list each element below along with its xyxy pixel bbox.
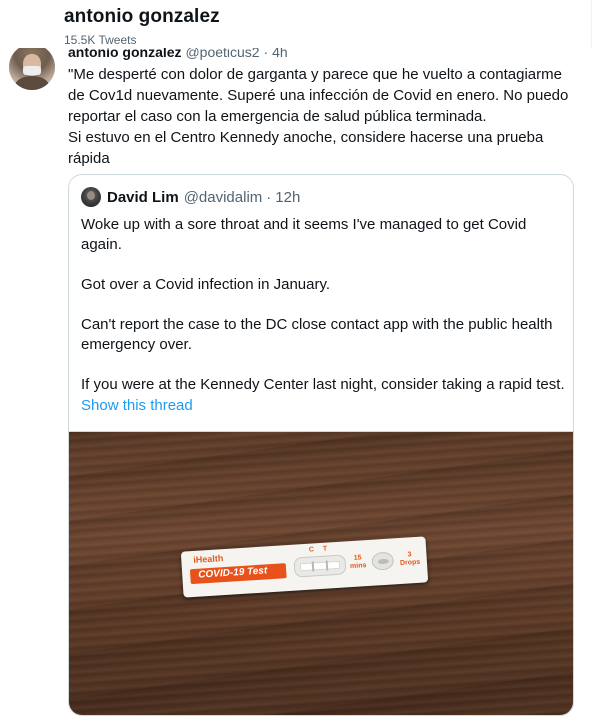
quoted-tweet-card[interactable]: David Lim @davidalim · 12h Woke up with … xyxy=(68,174,574,716)
quoted-paragraph: Can't report the case to the DC close co… xyxy=(81,316,553,353)
quoted-author-handle: @davidalim xyxy=(183,188,263,206)
profile-name: antonio gonzalez xyxy=(64,6,220,27)
test-kit-sample-well xyxy=(371,551,395,571)
show-thread-link[interactable]: Show this thread xyxy=(81,397,193,414)
avatar-body xyxy=(15,76,49,90)
tweet-text-line: Si estuvo en el Centro Kennedy anoche, c… xyxy=(68,129,544,146)
author-avatar[interactable] xyxy=(9,44,55,90)
quoted-tweet-header: David Lim @davidalim · 12h xyxy=(81,187,300,207)
test-kit-minutes-value: 15 xyxy=(353,554,362,562)
tweet-text: "Me desperté con dolor de garganta y par… xyxy=(68,64,578,169)
quoted-paragraph: Got over a Covid infection in January. xyxy=(81,276,331,293)
quoted-paragraph: Woke up with a sore throat and it seems … xyxy=(81,216,527,253)
test-kit-test-label: T xyxy=(322,545,328,553)
test-kit-minutes-unit: mins xyxy=(349,562,367,571)
quoted-timestamp: 12h xyxy=(275,188,301,206)
tweet: antonio gonzalez @poeticus2 · 4h "Me des… xyxy=(0,0,592,724)
test-kit-brand: iHealth xyxy=(193,553,224,565)
quoted-tweet-photo[interactable]: iHealth COVID-19 Test C T 15 mins 3 Drop… xyxy=(69,431,573,715)
profile-sticky-header: antonio gonzalez 15.5K Tweets xyxy=(0,0,592,48)
test-kit-minutes: 15 mins xyxy=(349,554,367,571)
test-kit-drops: 3 Drops xyxy=(399,551,421,568)
covid-test-cassette: iHealth COVID-19 Test C T 15 mins 3 Drop… xyxy=(180,536,429,598)
test-kit-control-label: C xyxy=(308,546,315,554)
test-kit-drops-unit: Drops xyxy=(399,558,421,567)
tweet-text-line: rápida xyxy=(68,150,110,167)
tweet-text-line: de Cov1d nuevamente. Superé una infecció… xyxy=(68,87,569,104)
quoted-paragraph: If you were at the Kennedy Center last n… xyxy=(81,376,565,393)
quoted-author-avatar xyxy=(81,187,101,207)
tweet-text-line: "Me desperté con dolor de garganta y par… xyxy=(68,66,562,83)
quoted-author-name: David Lim xyxy=(107,188,179,206)
avatar-face-mask xyxy=(23,66,41,75)
quoted-meta-separator: · xyxy=(266,188,272,206)
profile-tweet-count: 15.5K Tweets xyxy=(64,33,137,47)
test-kit-drops-value: 3 xyxy=(407,551,412,559)
tweet-text-line: reportar el caso con la emergencia de sa… xyxy=(68,108,487,125)
